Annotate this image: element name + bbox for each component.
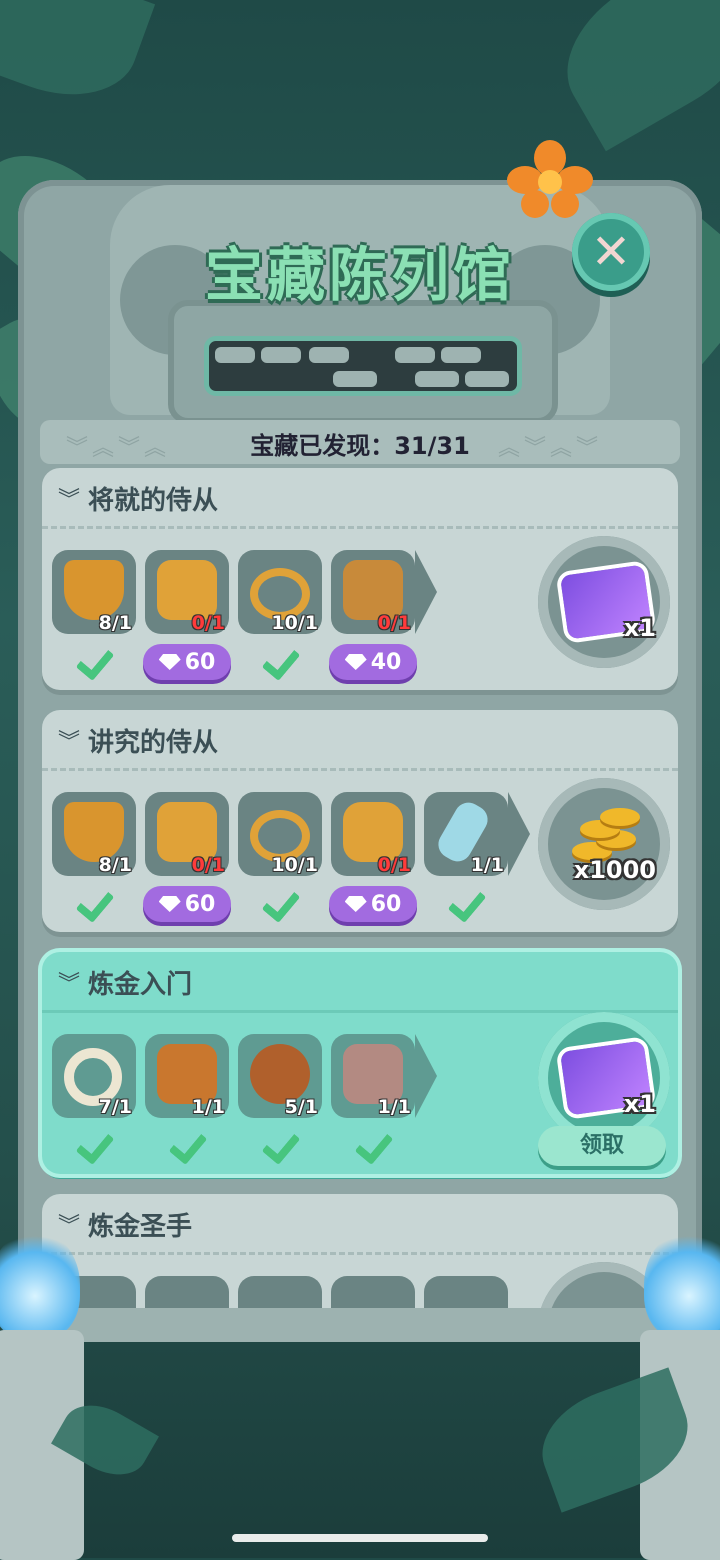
item-count: 10/1 — [271, 854, 318, 876]
item-slot[interactable]: 5/1 — [238, 1034, 322, 1118]
arrow-connector — [415, 1034, 437, 1118]
item-count: 1/1 — [470, 854, 504, 876]
close-button[interactable]: ✕ — [572, 213, 650, 291]
item-slot[interactable] — [424, 1276, 508, 1308]
chevron-down-icon: ︾ — [58, 488, 81, 513]
gem-icon — [158, 654, 181, 670]
gem-cost: 60 — [184, 891, 216, 917]
item-count: 7/1 — [98, 1096, 132, 1118]
item-count: 1/1 — [191, 1096, 225, 1118]
item-count: 10/1 — [271, 612, 318, 634]
home-indicator[interactable] — [232, 1534, 488, 1542]
shield-mickey-icon — [64, 560, 124, 620]
gem-icon — [158, 896, 181, 912]
chevron-down-icon: ︾ — [58, 972, 81, 997]
item-count: 5/1 — [284, 1096, 318, 1118]
stone-ledge — [18, 1308, 702, 1342]
card-title: 将就的侍从 — [88, 486, 219, 516]
item-count: 0/1 — [191, 854, 225, 876]
reward-badge[interactable]: x1 — [538, 1012, 670, 1144]
item-slot[interactable]: 0/1 — [331, 550, 415, 634]
item-count: 1/1 — [377, 1096, 411, 1118]
item-slot[interactable]: 0/1 — [331, 792, 415, 876]
blue-flame-icon — [644, 1230, 720, 1340]
item-count: 0/1 — [191, 612, 225, 634]
item-slot[interactable]: 1/1 — [331, 1034, 415, 1118]
card-header[interactable]: ︾ 讲究的侍从 — [42, 710, 678, 771]
gem-icon — [344, 654, 367, 670]
item-slot[interactable] — [331, 1276, 415, 1308]
item-slot[interactable]: 0/1 — [145, 550, 229, 634]
item-count: 8/1 — [98, 612, 132, 634]
card-title: 讲究的侍从 — [88, 728, 219, 758]
item-slot[interactable]: 0/1 — [145, 792, 229, 876]
chevron-down-icon: ︾ — [58, 730, 81, 755]
stone-plaque — [168, 300, 558, 424]
chevron-down-icon: ︾ — [58, 1214, 81, 1239]
item-slot[interactable] — [145, 1276, 229, 1308]
card-title: 炼金圣手 — [88, 1212, 193, 1242]
gem-cost: 60 — [370, 891, 402, 917]
gem-buy-button[interactable]: 40 — [329, 644, 417, 680]
card-title: 炼金入门 — [88, 970, 193, 1000]
item-slot[interactable] — [238, 1276, 322, 1308]
tiki-mask-icon — [157, 1044, 217, 1104]
item-slot[interactable]: 1/1 — [145, 1034, 229, 1118]
item-slot[interactable]: 10/1 — [238, 792, 322, 876]
check-icon — [353, 1128, 393, 1158]
reward-count: x1 — [623, 1090, 656, 1118]
item-count: 0/1 — [377, 854, 411, 876]
collection-card: ︾ 将就的侍从 8/1 0/1 10/1 0/1 60 40 x1 — [42, 468, 678, 690]
reward-count: x1 — [623, 614, 656, 642]
check-icon — [446, 886, 486, 916]
check-icon — [167, 1128, 207, 1158]
stone-tablet-icon — [343, 1044, 403, 1104]
reward-count: x1000 — [573, 856, 656, 884]
shield-mickey-icon — [64, 802, 124, 862]
reward-badge[interactable]: x1 — [538, 536, 670, 668]
arrow-connector — [508, 792, 530, 876]
card-header[interactable]: ︾ 炼金入门 — [42, 952, 678, 1013]
card-header[interactable]: ︾ 炼金圣手 — [42, 1194, 678, 1255]
check-icon — [74, 886, 114, 916]
collection-card: ︾ 炼金圣手 — [42, 1194, 678, 1308]
jungle-leaf — [540, 0, 720, 152]
close-icon: ✕ — [590, 224, 632, 280]
collection-card-completed: ︾ 炼金入门 7/1 1/1 5/1 1/1 x1 领取 — [42, 952, 678, 1174]
check-icon — [260, 644, 300, 674]
item-slot[interactable]: 8/1 — [52, 792, 136, 876]
tribal-shield-icon — [250, 1044, 310, 1104]
gem-cost: 40 — [370, 649, 402, 675]
item-slot[interactable]: 10/1 — [238, 550, 322, 634]
item-count: 0/1 — [377, 612, 411, 634]
gem-buy-button[interactable]: 60 — [143, 886, 231, 922]
check-icon — [260, 1128, 300, 1158]
item-slot[interactable]: 8/1 — [52, 550, 136, 634]
gem-cost: 60 — [184, 649, 216, 675]
armor-icon — [157, 560, 217, 620]
card-header[interactable]: ︾ 将就的侍从 — [42, 468, 678, 529]
check-icon — [74, 644, 114, 674]
medallion-icon — [343, 802, 403, 862]
armor-icon — [157, 802, 217, 862]
claim-button[interactable]: 领取 — [538, 1126, 666, 1166]
gem-icon — [344, 896, 367, 912]
check-icon — [74, 1128, 114, 1158]
item-count: 8/1 — [98, 854, 132, 876]
reward-badge[interactable]: x1000 — [538, 778, 670, 910]
discovery-progress: 宝藏已发现：31/31 — [250, 432, 470, 460]
collection-list[interactable]: ︾ 将就的侍从 8/1 0/1 10/1 0/1 60 40 x1 ︾ 讲究的侍… — [30, 462, 690, 1308]
arrow-connector — [415, 550, 437, 634]
gem-buy-button[interactable]: 60 — [143, 644, 231, 680]
gem-buy-button[interactable]: 60 — [329, 886, 417, 922]
boots-icon — [343, 560, 403, 620]
check-icon — [260, 886, 300, 916]
item-slot[interactable]: 7/1 — [52, 1034, 136, 1118]
item-slot[interactable]: 1/1 — [424, 792, 508, 876]
collection-card: ︾ 讲究的侍从 8/1 0/1 10/1 0/1 1/1 60 60 x1000 — [42, 710, 678, 932]
orange-flower-icon — [507, 140, 593, 218]
jungle-leaf — [0, 0, 156, 118]
